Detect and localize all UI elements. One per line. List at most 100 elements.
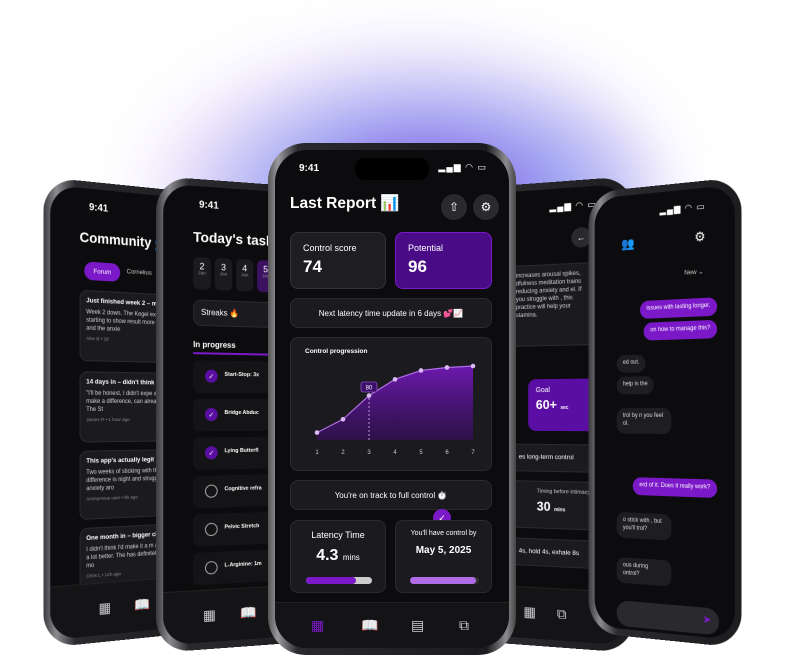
latency-label: Latency Time	[311, 530, 365, 540]
sent-message: on how to manage this?	[643, 319, 718, 341]
data-point	[314, 430, 320, 435]
potential-card: Potential 96	[395, 232, 492, 289]
status-icons: ▂▄▆ ◠ ▭	[549, 198, 597, 213]
day-month: Jan	[219, 272, 228, 278]
checked-icon[interactable]: ✓	[204, 446, 218, 460]
latency-progress-track	[306, 577, 372, 584]
latency-update-banner: Next latency time update in 6 days 💕📈	[290, 298, 492, 328]
info-text: increases arousal spikes, dfulness medit…	[515, 270, 582, 320]
unchecked-icon[interactable]	[204, 560, 218, 575]
control-by-label: You'll have control by	[410, 530, 477, 537]
highlight-label: 80	[366, 386, 373, 392]
x-tick-label: 6	[445, 450, 449, 456]
x-tick-label: 3	[367, 450, 371, 456]
dashboard-icon[interactable]: ▦	[311, 617, 324, 634]
status-time: 9:41	[89, 201, 109, 215]
latency-time-card: Latency Time 4.3 mins	[290, 520, 386, 593]
day-item[interactable]: 4 Jan	[236, 258, 254, 292]
tab-forum[interactable]: Forum	[84, 261, 121, 282]
sent-message: erd of it. Does it really work?	[633, 477, 718, 498]
status-icons: ▂▄▆ ◠ ▭	[438, 162, 487, 172]
settings-icon[interactable]: ⚙	[694, 229, 705, 246]
received-message: help is the	[616, 376, 655, 395]
sent-message: issues with lasting longer.	[639, 297, 718, 319]
calendar-icon[interactable]: ▤	[411, 617, 424, 634]
on-track-banner: You're on track to full control ⏱️	[290, 480, 492, 510]
x-tick-label: 1	[315, 450, 319, 456]
unchecked-icon[interactable]	[204, 522, 218, 537]
control-progression-card: Control progression 80 1 2 3 4 5 6 7	[290, 337, 492, 471]
latency-unit: mins	[342, 553, 360, 562]
control-progress-fill	[410, 577, 476, 584]
task-label: Cognitive refra	[224, 485, 262, 493]
timing-value: 30	[536, 498, 551, 514]
info-card: increases arousal spikes, dfulness medit…	[509, 261, 596, 347]
chat-icon[interactable]: ⧉	[459, 617, 469, 634]
phone-chat: ▂▄▆ ◠ ▭ 👥 ⚙ New ⌄ issues with lasting lo…	[588, 176, 742, 649]
filter-dropdown[interactable]: New ⌄	[684, 267, 703, 276]
task-label: Start-Stop: 3x	[224, 371, 260, 379]
dynamic-island	[355, 158, 429, 180]
phone-report: 9:41 ▂▄▆ ◠ ▭ Last Report 📊 ⇧ ⚙ Control s…	[268, 143, 516, 655]
received-message: trol by n you feel ol.	[616, 407, 672, 434]
page-title: Last Report 📊	[290, 195, 400, 212]
checked-icon[interactable]: ✓	[204, 369, 218, 383]
x-tick-label: 7	[471, 450, 475, 456]
book-icon[interactable]: 📖	[361, 617, 378, 634]
data-point	[340, 416, 346, 422]
chevron-down-icon: ⌄	[698, 268, 704, 276]
task-label: L-Arginine: 1m	[224, 560, 262, 569]
community-title: Community	[79, 228, 152, 251]
control-by-date: May 5, 2025	[415, 545, 472, 556]
chat-screen: ▂▄▆ ◠ ▭ 👥 ⚙ New ⌄ issues with lasting lo…	[594, 184, 735, 641]
timing-unit: mins	[554, 507, 566, 514]
filter-label: New	[684, 268, 697, 277]
checked-icon[interactable]: ✓	[204, 407, 218, 422]
report-screen: 9:41 ▂▄▆ ◠ ▭ Last Report 📊 ⇧ ⚙ Control s…	[275, 150, 509, 648]
task-label: Pelvic Stretch	[224, 523, 260, 531]
status-icons: ▂▄▆ ◠ ▭	[659, 200, 706, 216]
day-month: Jan	[240, 273, 249, 279]
received-message: ous during ontrol?	[616, 556, 672, 587]
share-icon: ⇧	[448, 200, 460, 214]
x-tick-label: 5	[419, 450, 423, 456]
day-item[interactable]: 3 Jan	[214, 257, 233, 291]
control-by-card: You'll have control by May 5, 2025	[395, 520, 492, 593]
chat-icon[interactable]: ⧉	[557, 605, 567, 623]
calendar-icon[interactable]: ▦	[523, 603, 536, 621]
day-item[interactable]: 2 Jan	[193, 256, 211, 290]
control-progression-chart: 80 1 2 3 4 5 6 7	[314, 363, 476, 456]
data-point	[444, 365, 450, 370]
day-picker: 2 Jan 3 Jan 4 Jan 5 Jan	[193, 256, 275, 293]
tab-cornelius[interactable]: Cornelius	[127, 268, 152, 277]
task-label: Lying Butterfl	[224, 447, 259, 455]
latency-value: 4.3	[316, 547, 339, 564]
dashboard-icon[interactable]: ▦	[203, 606, 216, 624]
data-point	[470, 363, 476, 369]
breath-card: 4s, hold 4s, exhale 8s	[509, 537, 601, 570]
control-score-label: Control score	[303, 243, 357, 253]
share-button[interactable]: ⇧	[441, 194, 467, 220]
goal-card: Goal 60+ sec	[528, 378, 598, 432]
potential-value: 96	[408, 257, 427, 276]
section-title: In progress	[193, 339, 236, 350]
received-message: o stick with , but you'll trol?	[616, 511, 672, 541]
control-score-value: 74	[303, 257, 322, 276]
book-icon[interactable]: 📖	[134, 596, 150, 614]
dashboard-icon[interactable]: ▦	[99, 599, 111, 617]
send-icon[interactable]: ➤	[703, 613, 712, 627]
people-icon: 👥	[621, 236, 635, 252]
x-tick-label: 2	[341, 450, 345, 456]
data-point	[392, 377, 398, 382]
goal-label: Goal	[535, 387, 550, 395]
status-time: 9:41	[299, 163, 320, 174]
settings-button[interactable]: ⚙	[473, 194, 499, 220]
book-icon[interactable]: 📖	[240, 604, 257, 622]
x-tick-label: 4	[393, 450, 397, 456]
timing-card: Timing before intimacy 30 mins	[509, 480, 601, 531]
goal-value: 60+	[535, 396, 557, 413]
unchecked-icon[interactable]	[204, 484, 218, 498]
data-point	[366, 393, 372, 398]
goal-unit: sec	[560, 404, 569, 411]
task-label: Bridge Abduc	[224, 409, 259, 417]
